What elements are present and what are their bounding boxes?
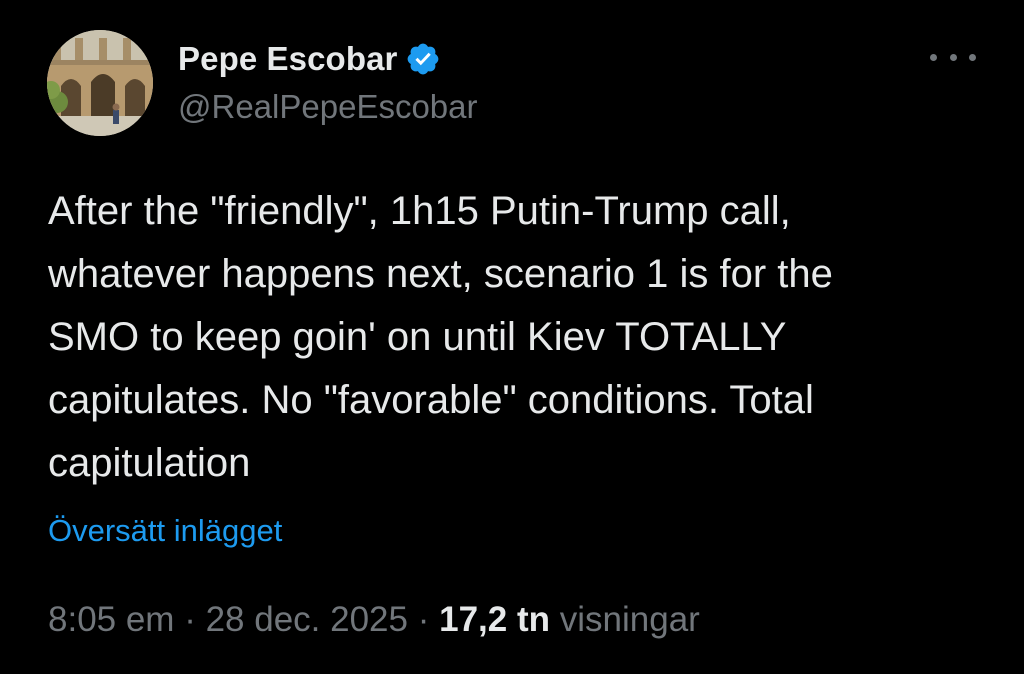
- tweet-text-line: SMO to keep goin' on until Kiev TOTALLY: [48, 315, 787, 359]
- more-dot: [969, 53, 976, 61]
- meta-separator: ·: [417, 600, 440, 639]
- views-count[interactable]: 17,2 tn: [439, 600, 550, 639]
- tweet-text-line: capitulation: [48, 441, 251, 485]
- author-handle[interactable]: @RealPepeEscobar: [178, 88, 478, 126]
- verified-badge-icon: [405, 41, 441, 77]
- tweet: Pepe Escobar @RealPepeEscobar After the …: [0, 0, 1024, 674]
- more-options-icon[interactable]: [928, 42, 978, 72]
- tweet-text-line: capitulates. No "favorable" conditions. …: [48, 378, 814, 422]
- tweet-time[interactable]: 8:05 em: [48, 600, 174, 639]
- tweet-text-line: whatever happens next, scenario 1 is for…: [48, 252, 833, 296]
- more-dot: [949, 53, 957, 61]
- author-name-row[interactable]: Pepe Escobar: [178, 38, 441, 80]
- translate-post-link[interactable]: Översätt inlägget: [48, 513, 282, 549]
- author-display-name[interactable]: Pepe Escobar: [178, 40, 397, 78]
- tweet-text: After the "friendly", 1h15 Putin-Trump c…: [48, 180, 988, 495]
- tweet-text-line: After the "friendly", 1h15 Putin-Trump c…: [48, 189, 791, 233]
- avatar[interactable]: [47, 30, 153, 136]
- tweet-meta: 8:05 em · 28 dec. 2025 · 17,2 tn visning…: [48, 600, 700, 640]
- avatar-photo: [47, 30, 153, 136]
- views-label: visningar: [559, 600, 700, 639]
- meta-separator: ·: [184, 600, 206, 639]
- more-dot: [930, 53, 937, 61]
- tweet-date[interactable]: 28 dec. 2025: [206, 600, 408, 639]
